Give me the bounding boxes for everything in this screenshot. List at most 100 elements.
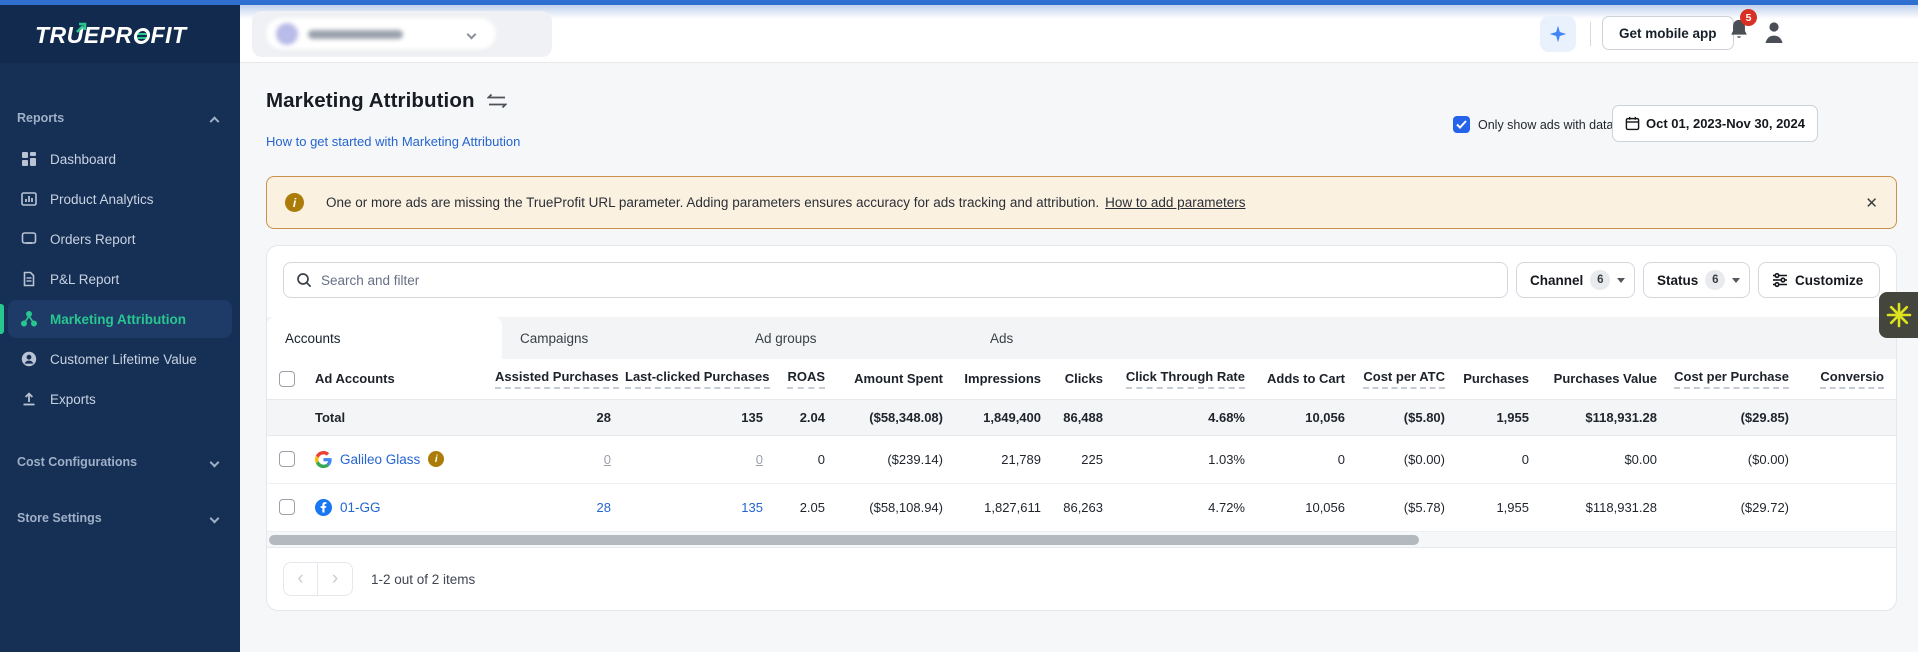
pager: ‹ › bbox=[283, 562, 353, 596]
total-label: Total bbox=[315, 399, 495, 435]
sidebar-item-product-analytics[interactable]: Product Analytics bbox=[8, 180, 232, 218]
scrollbar-thumb[interactable] bbox=[269, 535, 1419, 545]
store-avatar bbox=[276, 23, 298, 45]
last-clicked-purchases-link[interactable]: 0 bbox=[756, 452, 763, 467]
select-all-checkbox[interactable] bbox=[279, 371, 295, 387]
col-amount-spent[interactable]: Amount Spent bbox=[839, 359, 957, 399]
get-mobile-app-button[interactable]: Get mobile app bbox=[1602, 16, 1734, 50]
swap-arrows-icon[interactable] bbox=[487, 93, 507, 109]
notifications-button[interactable]: 5 bbox=[1728, 18, 1754, 48]
sidebar-section-reports[interactable]: Reports bbox=[0, 108, 240, 128]
level-tabs: Accounts Campaigns Ad groups Ads bbox=[267, 317, 1896, 359]
extension-widget[interactable] bbox=[1879, 292, 1918, 338]
date-range-picker[interactable]: Oct 01, 2023-Nov 30, 2024 bbox=[1612, 105, 1818, 142]
how-to-add-parameters-link[interactable]: How to add parameters bbox=[1105, 195, 1245, 210]
sidebar-item-customer-lifetime-value[interactable]: Customer Lifetime Value bbox=[8, 340, 232, 378]
trueprofit-logo[interactable]: TRUEPRFIT bbox=[35, 22, 187, 49]
getting-started-link[interactable]: How to get started with Marketing Attrib… bbox=[266, 134, 520, 149]
tab-ads[interactable]: Ads bbox=[972, 317, 1207, 359]
sliders-icon bbox=[1772, 272, 1788, 288]
sidebar-item-exports[interactable]: Exports bbox=[8, 380, 232, 418]
reports-section-label: Reports bbox=[17, 111, 64, 125]
col-purchases[interactable]: Purchases bbox=[1459, 359, 1543, 399]
tab-ad-groups[interactable]: Ad groups bbox=[737, 317, 972, 359]
calendar-icon bbox=[1625, 116, 1640, 131]
store-selector-pill bbox=[266, 18, 496, 50]
info-icon: i bbox=[285, 193, 304, 212]
sidebar-section-store-settings[interactable]: Store Settings bbox=[0, 508, 240, 528]
col-roas[interactable]: ROAS bbox=[777, 359, 839, 399]
sidebar-item-pl-report[interactable]: P&L Report bbox=[8, 260, 232, 298]
person-icon bbox=[1762, 19, 1786, 45]
purchases-value: 1,955 bbox=[1459, 483, 1543, 531]
account-button[interactable] bbox=[1762, 19, 1786, 50]
sidebar-item-label: Product Analytics bbox=[50, 192, 154, 207]
horizontal-scrollbar[interactable] bbox=[267, 532, 1896, 548]
pagination-summary: 1-2 out of 2 items bbox=[371, 572, 475, 587]
col-ad-accounts: Ad Accounts bbox=[315, 359, 495, 399]
search-input[interactable] bbox=[321, 273, 1495, 288]
sidebar-item-marketing-attribution[interactable]: Marketing Attribution bbox=[8, 300, 232, 338]
caret-down-icon bbox=[1732, 278, 1740, 283]
purchases-value-value: $118,931.28 bbox=[1543, 483, 1671, 531]
sidebar-item-label: P&L Report bbox=[50, 272, 119, 287]
cost-per-purchase-value: ($0.00) bbox=[1671, 435, 1803, 483]
col-assisted-purchases[interactable]: Assisted Purchases bbox=[495, 359, 625, 399]
col-impressions[interactable]: Impressions bbox=[957, 359, 1055, 399]
sidebar-item-label: Dashboard bbox=[50, 152, 116, 167]
filter-row: Channel 6 Status 6 Customize bbox=[267, 246, 1896, 298]
chevron-up-icon bbox=[210, 116, 220, 126]
assisted-purchases-link[interactable]: 28 bbox=[597, 500, 611, 515]
assisted-purchases-link[interactable]: 0 bbox=[604, 452, 611, 467]
sidebar-logo-area: TRUEPRFIT bbox=[0, 0, 240, 63]
logo-text-2: EPR bbox=[84, 22, 133, 49]
attribution-icon bbox=[20, 310, 38, 328]
account-link[interactable]: Galileo Glass bbox=[340, 452, 420, 467]
tab-accounts[interactable]: Accounts bbox=[267, 317, 502, 359]
active-indicator bbox=[0, 304, 4, 334]
store-selector[interactable] bbox=[252, 11, 552, 57]
purchases-value: 0 bbox=[1459, 435, 1543, 483]
status-filter-button[interactable]: Status 6 bbox=[1643, 262, 1750, 298]
store-name-redacted bbox=[308, 30, 403, 39]
last-clicked-purchases-link[interactable]: 135 bbox=[741, 500, 763, 515]
impressions-value: 1,827,611 bbox=[957, 483, 1055, 531]
impressions-value: 21,789 bbox=[957, 435, 1055, 483]
col-adds-to-cart[interactable]: Adds to Cart bbox=[1259, 359, 1359, 399]
total-cost-per-atc: ($5.80) bbox=[1359, 399, 1459, 435]
only-show-ads-checkbox[interactable] bbox=[1453, 116, 1470, 133]
sidebar-section-cost-configurations[interactable]: Cost Configurations bbox=[0, 452, 240, 472]
col-last-clicked-purchases[interactable]: Last-clicked Purchases bbox=[625, 359, 777, 399]
total-assisted: 28 bbox=[495, 399, 625, 435]
row-checkbox[interactable] bbox=[279, 499, 295, 515]
facebook-icon bbox=[315, 499, 332, 516]
status-count-badge: 6 bbox=[1705, 270, 1725, 290]
sidebar-item-orders-report[interactable]: Orders Report bbox=[8, 220, 232, 258]
table-row: Galileo Glass i 0 0 0 ($239.14) 21,789 2… bbox=[267, 435, 1897, 483]
col-click-through-rate[interactable]: Click Through Rate bbox=[1117, 359, 1259, 399]
account-link[interactable]: 01-GG bbox=[340, 500, 381, 515]
tab-campaigns[interactable]: Campaigns bbox=[502, 317, 737, 359]
customize-label: Customize bbox=[1795, 273, 1863, 288]
search-box bbox=[283, 262, 1508, 298]
col-cost-per-purchase[interactable]: Cost per Purchase bbox=[1671, 359, 1803, 399]
next-page-button[interactable]: › bbox=[318, 562, 353, 596]
col-clicks[interactable]: Clicks bbox=[1055, 359, 1117, 399]
sidebar-item-dashboard[interactable]: Dashboard bbox=[8, 140, 232, 178]
col-cost-per-atc[interactable]: Cost per ATC bbox=[1359, 359, 1459, 399]
pagination-row: ‹ › 1-2 out of 2 items bbox=[267, 548, 1896, 611]
col-purchases-value[interactable]: Purchases Value bbox=[1543, 359, 1671, 399]
info-icon[interactable]: i bbox=[428, 451, 444, 467]
row-checkbox[interactable] bbox=[279, 451, 295, 467]
main-content: Get mobile app 5 Marketing Attribution O… bbox=[240, 5, 1918, 652]
app-header-bar: Get mobile app 5 bbox=[240, 5, 1918, 63]
customize-button[interactable]: Customize bbox=[1758, 262, 1880, 298]
total-amount-spent: ($58,348.08) bbox=[839, 399, 957, 435]
adds-to-cart-value: 0 bbox=[1259, 435, 1359, 483]
col-conversion[interactable]: Conversio bbox=[1803, 359, 1897, 399]
amount-spent-value: ($58,108.94) bbox=[839, 483, 957, 531]
ai-sparkle-button[interactable] bbox=[1540, 16, 1576, 52]
close-icon[interactable]: ✕ bbox=[1865, 194, 1878, 212]
previous-page-button[interactable]: ‹ bbox=[283, 562, 318, 596]
channel-filter-button[interactable]: Channel 6 bbox=[1516, 262, 1635, 298]
